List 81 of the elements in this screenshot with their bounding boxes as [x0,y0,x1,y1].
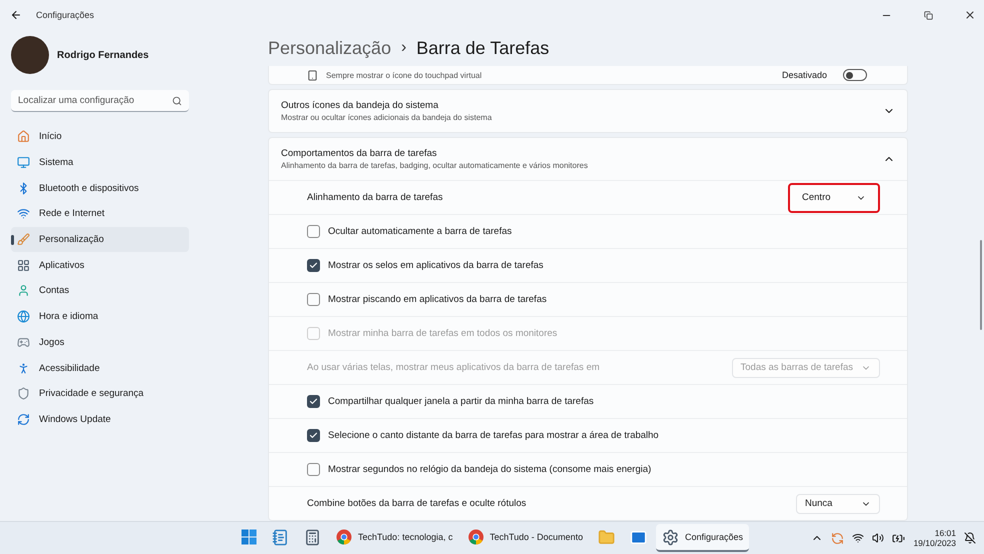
setting-label: Ao usar várias telas, mostrar meus aplicativos da barra de tarefas em [307,362,601,373]
sidebar-item[interactable]: Início [11,124,189,150]
battery-icon[interactable] [892,532,906,544]
card-title: Comportamentos da barra de tarefas [281,148,438,159]
settings-icon [662,528,679,546]
restore-icon [924,10,932,20]
search-field[interactable]: Localizar uma configuração [11,90,189,112]
calculator-icon [304,528,321,546]
brush-icon [17,233,30,246]
taskbar-button[interactable]: TechTudo: tecnologia, c [330,524,459,552]
taskbar-button[interactable]: Configurações [656,524,749,552]
back-icon[interactable] [10,9,22,21]
selection-indicator [11,234,14,245]
monitor-icon [17,156,30,170]
checkbox-label: Mostrar piscando em aplicativos da barra de tarefas [328,294,548,305]
card-title: Outros ícones da bandeja do sistema [281,100,440,111]
checkbox-label: Mostrar segundos no relógio da bandeja do sistema (consome mais energia) [328,464,652,475]
sidebar-item[interactable]: Sistema [11,150,189,176]
check-icon [309,397,318,406]
checkbox-label: Mostrar minha barra de tarefas em todos os monitores [328,328,558,339]
toggle-state-label: Desativado [782,70,827,80]
sidebar-item[interactable]: Personalização [11,226,189,252]
dropdown[interactable]: Centro [788,182,880,212]
card-header[interactable]: Comportamentos da barra de tarefas Alinhamento da barra de tarefas, badging, ocultar automaticamente e vários monitores [269,138,907,180]
toggle-switch[interactable] [843,69,867,81]
folder-icon [598,528,615,546]
apps-icon [17,258,30,272]
setting-label: Combine botões da barra de tarefas e oculte rótulos [307,498,528,509]
sidebar-item[interactable]: Aplicativos [11,252,189,278]
volume-icon[interactable] [872,532,884,544]
checkbox[interactable] [307,293,320,306]
checkbox-label: Ocultar automaticamente a barra de tarefas [328,226,513,237]
check-icon [309,431,318,440]
checkbox[interactable] [307,463,320,476]
user-name: Rodrigo Fernandes [57,50,149,60]
checkbox-label: Mostrar os selos em aplicativos da barra de tarefas [328,260,544,271]
notification-icon[interactable] [964,532,976,544]
card-description: Alinhamento da barra de tarefas, badging, ocultar automaticamente e vários monitores [281,161,589,170]
clock[interactable]: 16:01 19/10/2023 [913,528,956,548]
check-icon [309,261,318,270]
home-icon [17,130,30,144]
dropdown[interactable]: Nunca [796,494,880,514]
setting-description: Sempre mostrar o ícone do touchpad virtual [326,70,482,80]
bluetooth-icon [17,182,30,195]
checkbox[interactable] [307,225,320,238]
breadcrumb-link[interactable]: Personalização [268,38,392,58]
sidebar-item[interactable]: Jogos [11,330,189,356]
checkbox[interactable] [307,429,320,442]
window-title: Configurações [36,10,96,20]
checkbox-label: Selecione o canto distante da barra de tarefas para mostrar a área de trabalho [328,430,660,441]
search-icon [172,96,182,106]
close-icon [964,9,976,21]
person-icon [17,284,30,298]
sidebar-item[interactable]: Rede e Internet [11,201,189,227]
checkbox[interactable] [307,395,320,408]
sidebar-item[interactable]: Bluetooth e dispositivos [11,175,189,202]
globe-icon [17,310,30,324]
windows-logo-icon [241,529,257,545]
touchpad-icon [307,70,318,80]
shield-icon [17,387,30,400]
checkbox[interactable] [307,259,320,272]
avatar [11,36,49,74]
notepad-icon [272,528,289,546]
checkbox-label: Compartilhar qualquer janela a partir da minha barra de tarefas [328,396,595,407]
scrollbar-thumb[interactable] [980,240,982,330]
refresh-icon [17,412,30,426]
sidebar-item[interactable]: Contas [11,278,189,304]
card-description: Mostrar ou ocultar ícones adicionais da bandeja do sistema [281,113,493,122]
sidebar-item[interactable]: Hora e idioma [11,304,189,330]
setting-label: Alinhamento da barra de tarefas [307,192,444,203]
gamepad-icon [17,336,30,349]
browser-icon [336,529,352,545]
sidebar-item[interactable]: Privacidade e segurança [11,380,189,407]
breadcrumb-separator: › [401,39,406,57]
sidebar-item[interactable]: Acessibilidade [11,355,189,381]
accessibility-icon [17,362,30,375]
card-header[interactable]: Outros ícones da bandeja do sistema Mostrar ou ocultar ícones adicionais da bandeja do sistema [269,90,907,132]
sidebar-item[interactable]: Windows Update [11,406,189,432]
page-title: Barra de Tarefas [416,38,550,58]
taskbar-button[interactable]: TechTudo - Documento [462,524,589,552]
browser-icon [468,529,484,545]
